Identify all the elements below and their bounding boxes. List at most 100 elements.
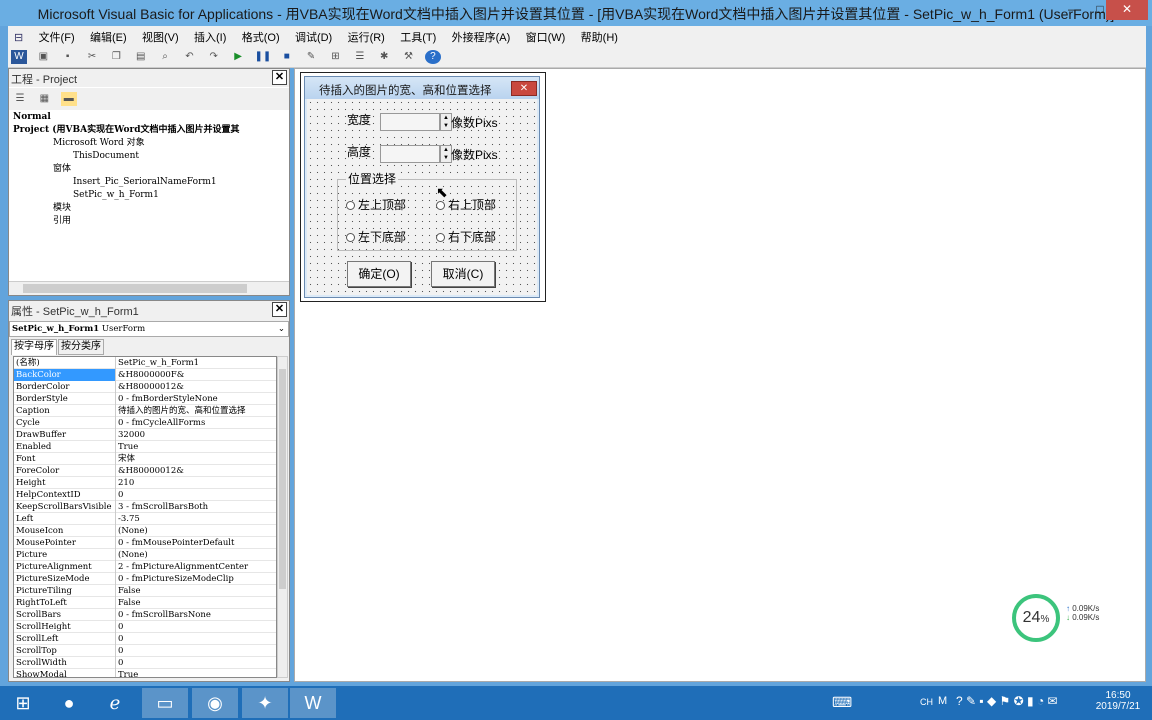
lang-indicator[interactable]: CH bbox=[920, 697, 933, 707]
property-row[interactable]: ScrollWidth 0 bbox=[14, 657, 276, 669]
option-top-left[interactable]: 左上顶部 bbox=[346, 196, 406, 213]
menu-debug[interactable]: 调试(D) bbox=[289, 26, 338, 48]
property-value[interactable]: 3 - fmScrollBarsBoth bbox=[118, 501, 276, 513]
tree-node-setpic-form[interactable]: SetPic_w_h_Form1 bbox=[13, 189, 283, 202]
property-value[interactable]: 0 - fmScrollBarsNone bbox=[118, 609, 276, 621]
ime-indicator[interactable]: M bbox=[938, 695, 947, 707]
property-value[interactable]: False bbox=[118, 585, 276, 597]
property-value[interactable]: 32000 bbox=[118, 429, 276, 441]
toggle-folders-icon[interactable]: ▬ bbox=[60, 92, 77, 106]
project-close-icon[interactable]: ✕ bbox=[272, 70, 287, 85]
property-row[interactable]: MousePointer 0 - fmMousePointerDefault bbox=[14, 537, 276, 549]
app-icon-1[interactable]: ● bbox=[46, 688, 92, 718]
network-meter[interactable]: 24% bbox=[1012, 594, 1060, 642]
redo-icon[interactable]: ↷ bbox=[206, 50, 222, 64]
userform[interactable]: 待插入的图片的宽、高和位置选择 ✕ 宽度 ▲ ▼ 像数Pixs 高度 ▲ ▼ 像数P… bbox=[304, 76, 540, 298]
tree-node-references[interactable]: 引用 bbox=[13, 215, 283, 228]
tab-categorized[interactable]: 按分类序 bbox=[58, 339, 104, 355]
property-value[interactable]: &H80000012& bbox=[118, 465, 276, 477]
properties-window-icon[interactable]: ☰ bbox=[352, 50, 368, 64]
property-value[interactable]: False bbox=[118, 597, 276, 609]
property-value[interactable]: 0 - fmCycleAllForms bbox=[118, 417, 276, 429]
app-icon-2[interactable]: ✦ bbox=[242, 688, 288, 718]
start-button-icon[interactable]: ⊞ bbox=[0, 688, 46, 718]
object-browser-icon[interactable]: ✱ bbox=[376, 50, 392, 64]
property-value[interactable]: 0 bbox=[118, 633, 276, 645]
property-row[interactable]: HelpContextID 0 bbox=[14, 489, 276, 501]
tree-node-insert-pic-form[interactable]: Insert_Pic_SerioralNameForm1 bbox=[13, 176, 283, 189]
property-value[interactable]: 宋体 bbox=[118, 453, 276, 465]
property-row[interactable]: Picture (None) bbox=[14, 549, 276, 561]
property-value[interactable]: 0 bbox=[118, 621, 276, 633]
project-hscrollbar[interactable] bbox=[9, 281, 289, 295]
tray-icons[interactable]: ? ✎ ▪ ◆ ⚑ ✪ ▮ ◔ ✉ bbox=[956, 694, 1058, 708]
width-input[interactable] bbox=[380, 113, 440, 131]
tab-alphabetic[interactable]: 按字母序 bbox=[11, 339, 57, 355]
project-explorer-icon[interactable]: ⊞ bbox=[327, 50, 343, 64]
property-row[interactable]: ScrollTop 0 bbox=[14, 645, 276, 657]
reset-icon[interactable]: ■ bbox=[279, 50, 295, 64]
tree-node-word-objects[interactable]: Microsoft Word 对象 bbox=[13, 137, 283, 150]
property-row[interactable]: Height 210 bbox=[14, 477, 276, 489]
menu-format[interactable]: 格式(O) bbox=[236, 26, 286, 48]
property-row[interactable]: Enabled True bbox=[14, 441, 276, 453]
tree-node-thisdocument[interactable]: ThisDocument bbox=[13, 150, 283, 163]
property-value[interactable]: &H8000000F& bbox=[118, 369, 276, 381]
toolbox-icon[interactable]: ⚒ bbox=[401, 50, 417, 64]
copy-icon[interactable]: ❐ bbox=[108, 50, 124, 64]
property-row[interactable]: BorderColor &H80000012& bbox=[14, 381, 276, 393]
view-object-icon[interactable]: ▦ bbox=[36, 92, 52, 106]
help-icon[interactable]: ? bbox=[424, 50, 441, 64]
property-row[interactable]: ScrollLeft 0 bbox=[14, 633, 276, 645]
property-row[interactable]: PictureAlignment 2 - fmPictureAlignmentCe… bbox=[14, 561, 276, 573]
menu-file[interactable]: 文件(F) bbox=[33, 26, 81, 48]
property-value[interactable]: 0 bbox=[118, 489, 276, 501]
property-row[interactable]: ScrollBars 0 - fmScrollBarsNone bbox=[14, 609, 276, 621]
property-row[interactable]: Font 宋体 bbox=[14, 453, 276, 465]
property-row[interactable]: Caption 待插入的图片的宽、高和位置选择 bbox=[14, 405, 276, 417]
paste-icon[interactable]: ▤ bbox=[133, 50, 149, 64]
form-close-icon[interactable]: ✕ bbox=[511, 81, 537, 96]
height-input[interactable] bbox=[380, 145, 440, 163]
cut-icon[interactable]: ✂ bbox=[84, 50, 100, 64]
tree-node-modules[interactable]: 模块 bbox=[13, 202, 283, 215]
properties-close-icon[interactable]: ✕ bbox=[272, 302, 287, 317]
menu-insert[interactable]: 插入(I) bbox=[188, 26, 232, 48]
property-vscrollbar[interactable] bbox=[277, 356, 288, 678]
menu-edit[interactable]: 编辑(E) bbox=[84, 26, 133, 48]
property-row[interactable]: ScrollHeight 0 bbox=[14, 621, 276, 633]
vba-icon[interactable]: ⊟ bbox=[8, 28, 29, 47]
property-row[interactable]: BorderStyle 0 - fmBorderStyleNone bbox=[14, 393, 276, 405]
property-value[interactable]: 210 bbox=[118, 477, 276, 489]
design-mode-icon[interactable]: ✎ bbox=[303, 50, 319, 64]
tree-node-normal[interactable]: Normal bbox=[13, 111, 283, 124]
property-value[interactable]: (None) bbox=[118, 525, 276, 537]
property-value[interactable]: SetPic_w_h_Form1 bbox=[118, 357, 276, 369]
property-value[interactable]: 0 - fmMousePointerDefault bbox=[118, 537, 276, 549]
property-row[interactable]: MouseIcon (None) bbox=[14, 525, 276, 537]
close-button[interactable]: ✕ bbox=[1106, 0, 1148, 20]
property-row[interactable]: PictureTiling False bbox=[14, 585, 276, 597]
clock[interactable]: 16:50 2019/7/21 bbox=[1090, 690, 1146, 712]
menu-tools[interactable]: 工具(T) bbox=[394, 26, 442, 48]
tree-node-forms[interactable]: 窗体 bbox=[13, 163, 283, 176]
property-value[interactable]: 0 - fmPictureSizeModeClip bbox=[118, 573, 276, 585]
save-icon[interactable]: ▪ bbox=[60, 50, 76, 64]
property-value[interactable]: -3.75 bbox=[118, 513, 276, 525]
property-value[interactable]: 2 - fmPictureAlignmentCenter bbox=[118, 561, 276, 573]
run-icon[interactable]: ▶ bbox=[230, 50, 246, 64]
property-value[interactable]: &H80000012& bbox=[118, 381, 276, 393]
menu-addins[interactable]: 外接程序(A) bbox=[446, 26, 517, 48]
property-row[interactable]: ShowModal True bbox=[14, 669, 276, 677]
property-row[interactable]: PictureSizeMode 0 - fmPictureSizeModeClip bbox=[14, 573, 276, 585]
keyboard-icon[interactable]: ⌨ bbox=[832, 694, 852, 711]
ok-button[interactable]: 确定(O) bbox=[347, 261, 411, 287]
property-row[interactable]: (名称) SetPic_w_h_Form1 bbox=[14, 357, 276, 369]
menu-view[interactable]: 视图(V) bbox=[136, 26, 185, 48]
property-value[interactable]: 0 bbox=[118, 645, 276, 657]
menu-window[interactable]: 窗口(W) bbox=[520, 26, 572, 48]
property-value[interactable]: (None) bbox=[118, 549, 276, 561]
menu-help[interactable]: 帮助(H) bbox=[575, 26, 624, 48]
property-value[interactable]: 0 bbox=[118, 657, 276, 669]
browser-icon[interactable]: ◉ bbox=[192, 688, 238, 718]
